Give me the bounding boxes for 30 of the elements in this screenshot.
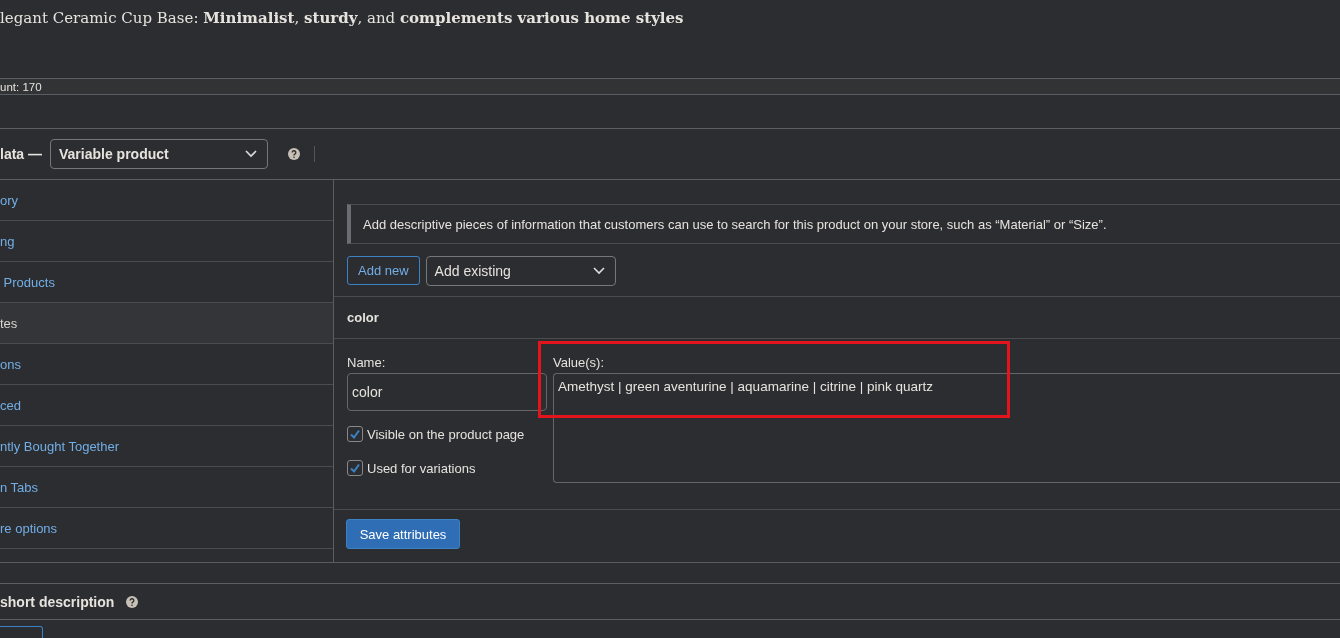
add-existing-select[interactable]: Add existing — [425, 256, 616, 286]
product-data-tab[interactable]: ntly Bought Together — [0, 426, 333, 467]
product-data-tab[interactable]: ng — [0, 221, 333, 262]
product-type-select[interactable]: Variable product — [50, 139, 268, 169]
checkbox-label: Visible on the product page — [367, 426, 525, 442]
checkbox[interactable] — [347, 460, 363, 476]
values-textarea[interactable]: Amethyst | green aventurine | aquamarine | citrine | pink quartz — [553, 373, 1340, 483]
help-icon[interactable] — [126, 595, 139, 608]
name-label: Name: — [347, 354, 387, 372]
product-data-tab[interactable]: tes — [0, 303, 333, 344]
attributes-notice: Add descriptive pieces of information that customers can use to search for this product on your store, such as “Material” or “Size”. — [347, 204, 1340, 244]
product-title: legant Ceramic Cup Base: Minimalist, sturdy, and complements various home styles — [0, 8, 685, 29]
product-data-label: lata — — [0, 146, 42, 162]
short-description-title: short description — [0, 593, 115, 610]
product-data-tab[interactable]: ons — [0, 344, 333, 385]
help-icon[interactable] — [288, 148, 300, 160]
chevron-down-icon — [245, 150, 257, 158]
product-data-tab[interactable]: n Tabs — [0, 467, 333, 508]
add-new-button[interactable]: Add new — [347, 256, 420, 285]
checkbox-label: Used for variations — [367, 460, 476, 476]
name-input[interactable]: color — [347, 373, 547, 411]
chevron-down-icon — [592, 267, 605, 275]
attribute-header[interactable]: color — [334, 296, 1340, 339]
product-data-tab[interactable]: re options — [0, 508, 333, 549]
product-data-tab[interactable]: ced — [0, 385, 333, 426]
values-label: Value(s): — [553, 354, 606, 372]
checkbox[interactable] — [347, 426, 363, 442]
save-attributes-button[interactable]: Save attributes — [346, 519, 460, 549]
word-count: unt: 170 — [0, 78, 1340, 95]
product-data-tab[interactable]: ory — [0, 180, 333, 221]
